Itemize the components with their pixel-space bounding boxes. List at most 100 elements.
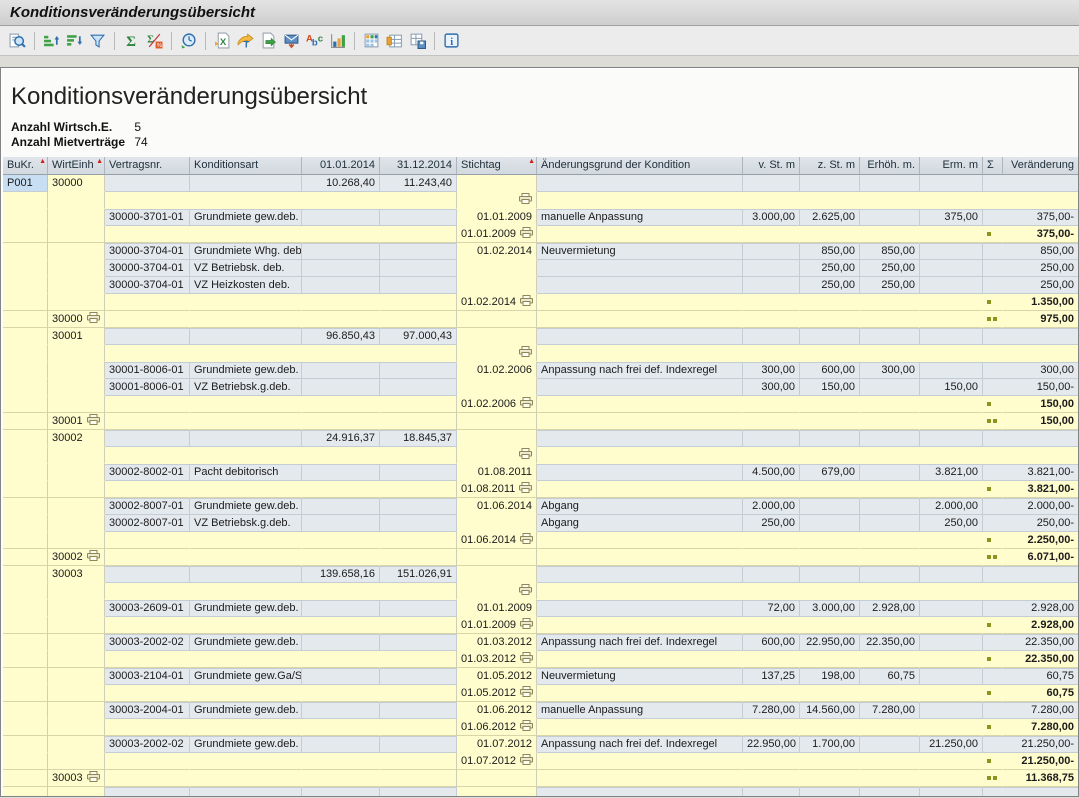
cell-grund[interactable] [537,430,743,447]
cell-erm[interactable] [920,719,983,736]
cell-vstm[interactable] [743,685,800,702]
cell-erm[interactable] [920,430,983,447]
cell-stichtag[interactable]: 01.03.2012 [457,651,537,668]
print-icon[interactable] [520,618,533,629]
cell-von[interactable] [302,617,380,634]
cell-vstm[interactable] [743,719,800,736]
cell-erhoeh[interactable] [860,226,920,243]
cell-erm[interactable] [920,294,983,311]
cell-erm[interactable]: 2.000,00 [920,498,983,515]
cell-vertragsnr[interactable] [105,328,190,345]
table-row-detail[interactable]: 30002-8002-01Pacht debitorisch01.08.2011… [3,464,1079,481]
cell-grund[interactable]: Neuvermietung [537,243,743,260]
cell-stichtag[interactable] [457,515,537,532]
table-row-detail[interactable]: 30001-8006-01VZ Betriebsk.g.deb.300,0015… [3,379,1079,396]
column-header-erm[interactable]: Erm. m [920,157,983,175]
word-processing-button[interactable]: T [234,30,257,52]
cell-veraend[interactable] [1003,447,1079,464]
cell-zstm[interactable] [800,532,860,549]
cell-zstm[interactable] [800,566,860,583]
cell-grund[interactable] [537,532,743,549]
cell-konditionsart[interactable] [190,311,302,328]
cell-sum[interactable] [983,617,1003,634]
cell-zstm[interactable] [800,770,860,787]
cell-zstm[interactable] [800,447,860,464]
cell-vertragsnr[interactable] [105,719,190,736]
cell-sum[interactable] [983,192,1003,209]
cell-vstm[interactable]: 137,25 [743,668,800,685]
export-spreadsheet-button[interactable]: X [211,30,234,52]
cell-erhoeh[interactable] [860,192,920,209]
cell-wirteinh[interactable] [48,226,105,243]
cell-erhoeh[interactable]: 22.350,00 [860,634,920,651]
cell-erhoeh[interactable] [860,736,920,753]
cell-von[interactable] [302,583,380,600]
cell-vertragsnr[interactable]: 30001-8006-01 [105,379,190,396]
cell-bis[interactable] [380,192,457,209]
cell-wirteinh[interactable] [48,243,105,260]
cell-stichtag[interactable] [457,311,537,328]
column-header-erhoeh[interactable]: Erhöh. m. [860,157,920,175]
cell-bis[interactable] [380,617,457,634]
cell-wirteinh[interactable] [48,719,105,736]
cell-veraend[interactable]: 1.350,00 [1003,294,1079,311]
cell-zstm[interactable]: 198,00 [800,668,860,685]
cell-grund[interactable] [537,583,743,600]
cell-bis[interactable] [380,345,457,362]
cell-grund[interactable]: Abgang [537,515,743,532]
cell-erhoeh[interactable] [860,413,920,430]
cell-sum[interactable] [983,345,1003,362]
cell-grund[interactable] [537,226,743,243]
cell-vertragsnr[interactable] [105,192,190,209]
cell-zstm[interactable] [800,498,860,515]
cell-bis[interactable] [380,311,457,328]
cell-zstm[interactable]: 250,00 [800,277,860,294]
cell-bis[interactable] [380,379,457,396]
cell-von[interactable] [302,634,380,651]
cell-veraend[interactable]: 150,00 [1003,396,1079,413]
cell-bis[interactable] [380,532,457,549]
cell-zstm[interactable] [800,787,860,797]
cell-stichtag[interactable]: 01.05.2012 [457,668,537,685]
cell-stichtag[interactable] [457,787,537,797]
cell-vertragsnr[interactable]: 30001-8006-01 [105,362,190,379]
cell-veraend[interactable]: 250,00 [983,277,1079,294]
cell-grund[interactable] [537,345,743,362]
cell-bukr[interactable] [3,787,48,797]
cell-bukr[interactable] [3,702,48,719]
cell-von[interactable] [302,651,380,668]
table-row-detail[interactable]: 30000-3704-01Grundmiete Whg. deb01.02.20… [3,243,1079,260]
table-row-sub1[interactable]: 01.08.20113.821,00- [3,481,1079,498]
send-button[interactable] [280,30,303,52]
cell-bukr[interactable] [3,685,48,702]
cell-erhoeh[interactable] [860,651,920,668]
cell-veraend[interactable]: 7.280,00 [983,702,1079,719]
cell-stichtag[interactable]: 01.07.2012 [457,753,537,770]
cell-von[interactable] [302,498,380,515]
cell-veraend[interactable]: 3.821,00- [983,464,1079,481]
cell-bukr[interactable] [3,311,48,328]
cell-vstm[interactable]: 250,00 [743,515,800,532]
cell-bukr[interactable] [3,651,48,668]
cell-erm[interactable] [920,413,983,430]
cell-grund[interactable] [537,311,743,328]
cell-veraend[interactable]: 22.350,00 [1003,651,1079,668]
table-row-print[interactable] [3,583,1079,600]
cell-stichtag[interactable]: 01.02.2006 [457,362,537,379]
cell-erm[interactable]: 150,00 [920,379,983,396]
cell-sum[interactable] [983,311,1003,328]
cell-erhoeh[interactable] [860,532,920,549]
cell-von[interactable] [302,447,380,464]
cell-konditionsart[interactable]: Grundmiete gew.Ga/St [190,668,302,685]
cell-erhoeh[interactable] [860,685,920,702]
cell-erm[interactable] [920,753,983,770]
cell-vstm[interactable]: 4.500,00 [743,464,800,481]
cell-wirteinh[interactable]: 30002 [48,430,105,447]
cell-veraend[interactable]: 850,00 [983,243,1079,260]
cell-bis[interactable] [380,447,457,464]
table-row-detail[interactable]: 30003-2002-02Grundmiete gew.deb.01.03.20… [3,634,1079,651]
sort-descending-button[interactable] [63,30,86,52]
choose-layout-button[interactable] [360,30,383,52]
cell-wirteinh[interactable]: 30003 [48,770,105,787]
cell-stichtag[interactable] [457,345,537,362]
